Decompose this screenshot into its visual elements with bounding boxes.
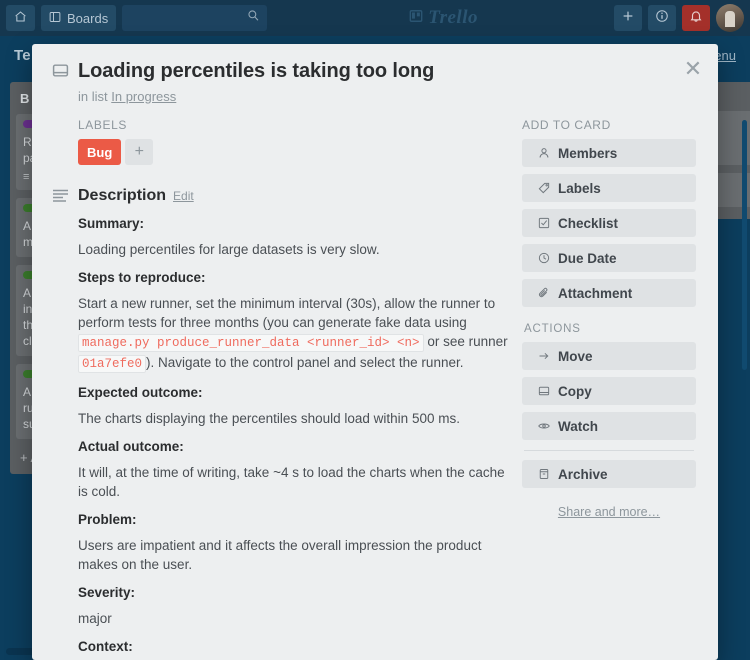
add-label-button[interactable]: + — [125, 139, 154, 165]
add-button[interactable] — [614, 5, 642, 31]
arrow-right-icon — [538, 350, 550, 362]
sidebar-item-watch[interactable]: Watch — [522, 412, 696, 440]
page-title: Loading percentiles is taking too long — [78, 60, 435, 82]
eye-icon — [538, 420, 550, 432]
description-heading: Steps to reproduce: — [78, 270, 206, 285]
status-badge[interactable]: Bug — [78, 139, 122, 165]
description-heading: Summary: — [78, 216, 145, 231]
member-icon — [538, 147, 550, 159]
sidebar-item-copy[interactable]: Copy — [522, 377, 696, 405]
list-name-link[interactable]: In progress — [111, 89, 176, 104]
sidebar-item-labels[interactable]: Labels — [522, 174, 696, 202]
description-heading: Context: — [78, 639, 133, 654]
card-list-location: in list In progress — [78, 89, 672, 104]
copy-card-icon — [538, 385, 550, 397]
code-span: 01a7efe0 — [78, 355, 147, 373]
sidebar-item-label: Labels — [558, 180, 601, 196]
plus-icon — [621, 9, 635, 28]
sidebar-item-members[interactable]: Members — [522, 139, 696, 167]
boards-button[interactable]: Boards — [41, 5, 117, 31]
card-icon — [52, 62, 69, 84]
sidebar-item-attachment[interactable]: Attachment — [522, 279, 696, 307]
sidebar-item-label: Archive — [558, 466, 608, 482]
bell-icon — [689, 9, 703, 28]
description-body: Summary: Loading percentiles for large d… — [78, 216, 512, 660]
sidebar-item-label: Copy — [558, 383, 592, 399]
description-paragraph: The charts displaying the percentiles sh… — [78, 411, 460, 426]
archive-box-icon — [538, 468, 550, 480]
text-part: Start a new runner, set the minimum inte… — [78, 296, 496, 330]
notifications-button[interactable] — [682, 5, 710, 31]
boards-label: Boards — [67, 10, 109, 26]
card-detail-modal: ✕ Loading percentiles is taking too long… — [32, 44, 718, 660]
sidebar-item-due-date[interactable]: Due Date — [522, 244, 696, 272]
search-icon — [247, 9, 260, 27]
trello-logo-text: Trello — [428, 7, 478, 28]
description-title: Description — [78, 187, 167, 204]
description-heading: Problem: — [78, 512, 137, 527]
description-heading: Expected outcome: — [78, 385, 203, 400]
sidebar-item-label: Watch — [558, 418, 598, 434]
sidebar-item-label: Attachment — [558, 285, 633, 301]
description-edit-link[interactable]: Edit — [173, 189, 194, 203]
card-sidebar: ADD TO CARD Members Labels Checklist Due… — [522, 118, 718, 660]
sidebar-item-checklist[interactable]: Checklist — [522, 209, 696, 237]
labels-caption: LABELS — [78, 118, 127, 132]
code-span: manage.py produce_runner_data <runner_id… — [78, 334, 424, 352]
trello-board-icon — [409, 9, 423, 28]
nav-right-actions — [614, 4, 744, 32]
modal-body: LABELS Bug + Description Edit Summary: L… — [32, 104, 718, 660]
description-paragraph: Loading percentiles for large datasets i… — [78, 242, 380, 257]
board-icon — [49, 11, 61, 26]
top-navigation-bar: Boards Trello — [0, 0, 750, 36]
avatar[interactable] — [716, 4, 744, 32]
clock-icon — [538, 252, 550, 264]
description-paragraph: It will, at the time of writing, take ~4… — [78, 465, 505, 499]
sidebar-item-label: Due Date — [558, 250, 617, 266]
sidebar-item-archive[interactable]: Archive — [522, 460, 696, 488]
share-and-more-link[interactable]: Share and more… — [522, 505, 696, 519]
description-paragraph: Users are impatient and it affects the o… — [78, 538, 482, 572]
plus-icon: + — [134, 143, 144, 160]
label-tag-icon — [538, 182, 550, 194]
home-button[interactable] — [6, 5, 35, 31]
checklist-icon — [538, 217, 550, 229]
card-header: Loading percentiles is taking too long i… — [32, 44, 718, 104]
board-name: Te — [14, 46, 31, 64]
sidebar-item-label: Members — [558, 145, 618, 161]
text-part: or see runner — [423, 334, 508, 349]
sidebar-item-label: Checklist — [558, 215, 619, 231]
in-list-prefix: in list — [78, 89, 108, 104]
trello-logo[interactable]: Trello — [273, 7, 614, 29]
description-heading: Actual outcome: — [78, 439, 184, 454]
sidebar-item-label: Move — [558, 348, 593, 364]
labels-row: Bug + — [78, 139, 512, 165]
description-paragraph-rich: Start a new runner, set the minimum inte… — [78, 294, 512, 374]
text-part: ). Navigate to the control panel and sel… — [146, 355, 464, 370]
description-lines-icon — [52, 189, 69, 207]
add-to-card-caption: ADD TO CARD — [522, 118, 611, 132]
description-paragraph: major — [78, 611, 112, 626]
card-main-column: LABELS Bug + Description Edit Summary: L… — [32, 118, 522, 660]
info-button[interactable] — [648, 5, 676, 31]
board-vertical-scrollbar[interactable] — [742, 120, 747, 370]
home-icon — [14, 10, 27, 26]
sidebar-item-move[interactable]: Move — [522, 342, 696, 370]
paperclip-icon — [538, 287, 550, 299]
search-input[interactable] — [122, 5, 268, 31]
sidebar-divider — [524, 450, 694, 451]
description-header: Description Edit — [53, 187, 512, 205]
description-heading: Severity: — [78, 585, 136, 600]
actions-caption: ACTIONS — [524, 323, 581, 335]
info-icon — [655, 9, 669, 28]
